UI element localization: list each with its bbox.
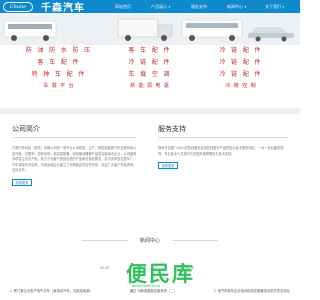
product-row: 防 油 防 水 防 压 客 车 配 件 冷 链 配 件 [20,44,280,55]
watermark: 便民库 www.bmlib.com [118,258,200,288]
about-text: 千森汽车科技（重庆）有限公司是一家专业从事研发、生产、销售新能源汽车空调系统以及… [12,146,137,172]
top-header: Chuhe 千森汽车 网站首页 产品展示 ▼ 服务支持 新闻中心 ▼ 关于我们 ▼ [0,0,300,14]
nav-label: 关于我们 [265,3,281,9]
product-row: 客 车 配 件 冷 链 配 件 冷 链 配 件 [20,56,280,67]
product-label: 冷 链 配 件 [219,60,263,66]
about-section: 公司简介 千森汽车科技（重庆）有限公司是一家专业从事研发、生产、销售新能源汽车空… [12,124,137,186]
support-title: 服务支持 [158,126,186,133]
product-label: 客 车 配 件 [128,48,172,54]
news-title: 新闻中心 [139,238,160,244]
product-label: 冷 链 配 件 [128,60,172,66]
product-label: 车 载 平 台 [43,83,75,89]
product-label: 冷 链 配 件 [219,72,263,78]
product-item[interactable]: 冷 链 控 制 [202,80,280,91]
product-item[interactable]: 冷 链 配 件 [202,68,280,79]
divider [172,240,218,241]
product-label: 冷 链 控 制 [225,83,257,89]
chevron-down-icon: ▼ [244,4,247,9]
nav-label: 新闻中心 [227,3,243,9]
product-grid: 防 油 防 水 防 压 客 车 配 件 冷 链 配 件 客 车 配 件 冷 链 … [20,44,280,104]
product-item[interactable]: 车 载 平 台 [20,80,98,91]
section-divider-band [0,108,300,114]
main-nav: 网站首页 产品展示 ▼ 服务支持 新闻中心 ▼ 关于我们 ▼ [104,0,294,13]
nav-item-products[interactable]: 产品展示 ▼ [142,0,180,13]
product-label: 冷 链 配 件 [219,48,263,54]
product-label: 车 载 空 调 [128,72,172,78]
product-item[interactable]: 新 能 源 电 驱 [111,80,189,91]
about-title: 公司简介 [12,126,40,133]
product-item[interactable]: 特 种 车 配 件 [20,68,98,79]
support-text: 我司在全国7X24小时热线服务支持热线整车产品的售后技术服务响应，一对一售后服务… [158,146,284,156]
product-row: 特 种 车 配 件 车 载 空 调 冷 链 配 件 [20,68,280,79]
logo[interactable]: Chuhe 千森汽车 [3,0,85,14]
product-item[interactable]: 客 车 配 件 [20,56,98,67]
product-row: 车 载 平 台 新 能 源 电 驱 冷 链 控 制 [20,80,280,91]
hero-banner [0,13,300,45]
news-list: 1. 厦门某企业电子电气与车（某电动汽车、可能采用某） 通过 印刷电路板控制系统… [10,288,290,296]
divider [12,137,137,138]
about-more-button[interactable]: 查看更多 [12,178,32,186]
banner-vehicles-image [0,13,300,45]
product-item[interactable]: 冷 链 配 件 [202,56,280,67]
product-item[interactable]: 防 油 防 水 防 压 [20,44,98,55]
page: Chuhe 千森汽车 网站首页 产品展示 ▼ 服务支持 新闻中心 ▼ 关于我们 ▼ [0,0,300,300]
product-label: 特 种 车 配 件 [31,72,87,78]
chevron-down-icon: ▼ [168,4,171,9]
product-label: 防 油 防 水 防 压 [25,48,93,54]
product-item[interactable]: 冷 链 配 件 [202,44,280,55]
support-more-button[interactable]: 查看更多 [158,162,178,169]
product-label: 客 车 配 件 [37,60,81,66]
nav-item-home[interactable]: 网站首页 [104,0,142,13]
logo-badge: Chuhe [3,1,33,12]
product-item[interactable]: 客 车 配 件 [111,44,189,55]
chevron-down-icon: ▼ [282,4,285,9]
nav-label: 服务支持 [191,3,207,9]
news-date: 06-28 [100,266,109,270]
news-link[interactable]: 2. 电汽车新车企业电动机和控制器发动机开发应用论 [214,288,290,296]
divider [158,137,288,138]
product-item[interactable]: 冷 链 配 件 [111,56,189,67]
nav-label: 网站首页 [115,3,131,9]
nav-label: 产品展示 [151,3,167,9]
support-section: 服务支持 我司在全国7X24小时热线服务支持热线整车产品的售后技术服务响应，一对… [158,124,288,169]
news-link[interactable]: 1. 厦门某企业电子电气与车（某电动汽车、可能采用某） [10,288,93,296]
nav-item-about[interactable]: 关于我们 ▼ [256,0,294,13]
news-link[interactable]: 通过 印刷电路板控制系统（二） [130,288,177,296]
product-item[interactable]: 车 载 空 调 [111,68,189,79]
product-label: 新 能 源 电 驱 [130,83,170,89]
logo-text: 千森汽车 [41,3,85,14]
nav-item-news[interactable]: 新闻中心 ▼ [218,0,256,13]
nav-item-support[interactable]: 服务支持 [180,0,218,13]
